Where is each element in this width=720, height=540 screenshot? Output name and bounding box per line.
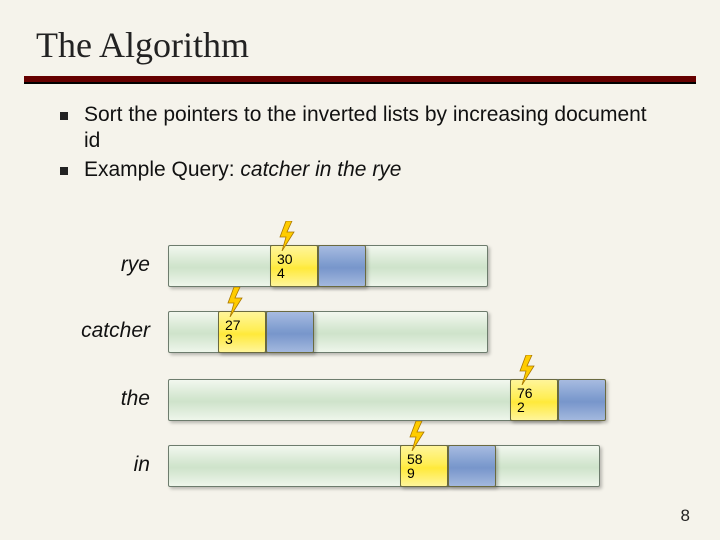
title-underline (24, 76, 696, 84)
title-area: The Algorithm (0, 0, 720, 72)
bullet-item: Sort the pointers to the inverted lists … (60, 102, 660, 155)
list-row-rye: rye 30 4 (0, 245, 720, 293)
term-label: catcher (0, 319, 150, 343)
page-number: 8 (681, 506, 690, 526)
next-cell (318, 245, 366, 287)
list-row-the: the 76 2 (0, 379, 720, 427)
bullet-item: Example Query: catcher in the rye (60, 157, 660, 183)
slide-title: The Algorithm (36, 24, 684, 66)
bullet-prefix: Example Query: (84, 158, 240, 181)
example-query: catcher in the rye (240, 158, 401, 181)
term-label: rye (0, 253, 150, 277)
doc-count: 9 (407, 466, 415, 480)
current-pointer-cell: 30 4 (270, 245, 318, 287)
next-cell (448, 445, 496, 487)
slide: The Algorithm Sort the pointers to the i… (0, 0, 720, 540)
list-row-catcher: catcher 27 3 (0, 311, 720, 359)
bullet-text: Sort the pointers to the inverted lists … (84, 103, 647, 152)
doc-id: 58 (407, 452, 423, 466)
current-pointer-cell: 76 2 (510, 379, 558, 421)
current-pointer-cell: 58 9 (400, 445, 448, 487)
list-row-in: in 58 9 (0, 445, 720, 493)
doc-id: 30 (277, 252, 293, 266)
doc-count: 4 (277, 266, 285, 280)
list-bar (168, 445, 600, 487)
slide-body: Sort the pointers to the inverted lists … (0, 84, 720, 183)
doc-count: 3 (225, 332, 233, 346)
term-label: in (0, 453, 150, 477)
term-label: the (0, 387, 150, 411)
current-pointer-cell: 27 3 (218, 311, 266, 353)
doc-id: 27 (225, 318, 241, 332)
doc-id: 76 (517, 386, 533, 400)
next-cell (558, 379, 606, 421)
next-cell (266, 311, 314, 353)
list-bar (168, 311, 488, 353)
doc-count: 2 (517, 400, 525, 414)
